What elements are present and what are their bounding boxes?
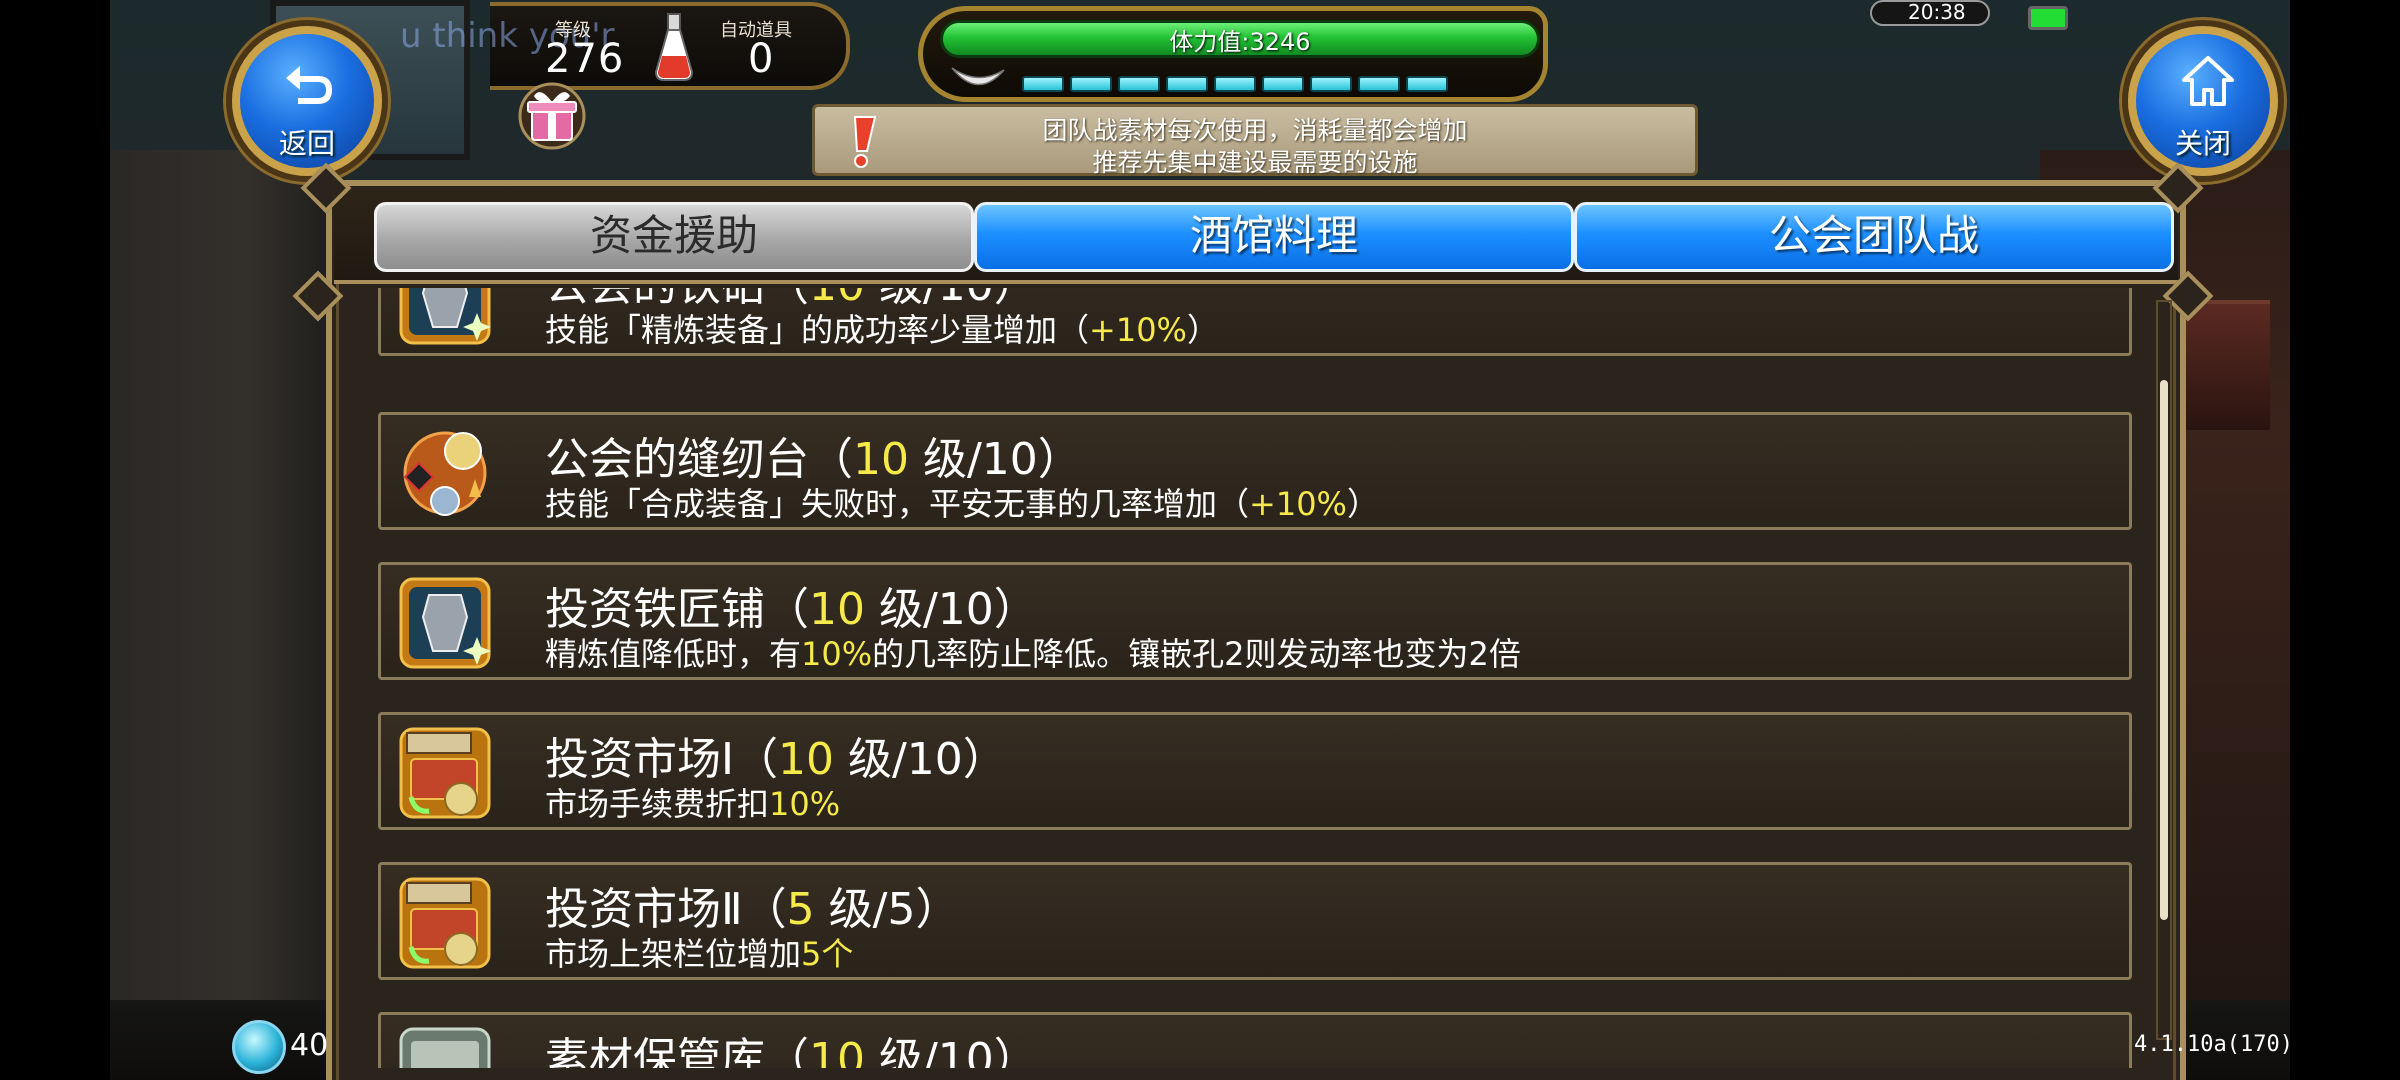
- stamina-segment: [1358, 76, 1400, 92]
- facility-title: 公会的缝纫台（10 级/10）: [545, 434, 1082, 485]
- list-item[interactable]: 投资市场Ⅰ（10 级/10） 市场手续费折扣10%: [378, 712, 2132, 830]
- stamina-segment: [1262, 76, 1304, 92]
- facility-desc: 市场手续费折扣10%: [545, 785, 841, 823]
- market-icon: [399, 727, 491, 819]
- currency-icon: [232, 1020, 286, 1074]
- notice-banner: 团队战素材每次使用，消耗量都会增加 推荐先集中建设最需要的设施: [812, 104, 1698, 177]
- back-arrow-icon: [286, 66, 332, 104]
- list-item[interactable]: 素材保管库（10 级/10）: [378, 1012, 2132, 1068]
- storage-icon: [399, 1027, 491, 1068]
- close-button[interactable]: 关闭: [2128, 26, 2278, 176]
- notice-line-2: 推荐先集中建设最需要的设施: [1092, 148, 1418, 177]
- clock-text: 20:38: [1908, 0, 1966, 24]
- tab-tavern[interactable]: 酒馆料理: [974, 202, 1574, 272]
- facility-list[interactable]: 公会的铁砧（10 级/10） 技能「精炼装备」的成功率少量增加（+10%） 公会…: [370, 288, 2140, 1068]
- back-button[interactable]: 返回: [232, 26, 382, 176]
- gift-icon[interactable]: [518, 82, 586, 150]
- stamina-segment: [1022, 76, 1064, 92]
- list-item[interactable]: 投资市场Ⅱ（5 级/5） 市场上架栏位增加5个: [378, 862, 2132, 980]
- tab-funding[interactable]: 资金援助: [374, 202, 974, 272]
- notice-line-1: 团队战素材每次使用，消耗量都会增加: [1042, 116, 1468, 145]
- tab-guild-war[interactable]: 公会团队战: [1574, 202, 2174, 272]
- flask-icon: [654, 13, 694, 81]
- facility-desc: 精炼值降低时，有10%的几率防止降低。镶嵌孔2则发动率也变为2倍: [545, 635, 1521, 673]
- list-scrollbar[interactable]: [2160, 380, 2168, 920]
- stamina-segments: [1022, 76, 1448, 92]
- stamina-segment: [1214, 76, 1256, 92]
- list-item[interactable]: 公会的缝纫台（10 级/10） 技能「合成装备」失败时，平安无事的几率增加（+1…: [378, 412, 2132, 530]
- facility-desc: 技能「合成装备」失败时，平安无事的几率增加（+10%）: [545, 485, 1379, 523]
- currency-value: 40: [290, 1028, 329, 1063]
- stamina-segment: [1310, 76, 1352, 92]
- sewing-icon: [403, 431, 487, 516]
- stamina-segment: [1166, 76, 1208, 92]
- facility-title: 投资市场Ⅰ（10 级/10）: [545, 734, 1007, 785]
- facility-title: 投资铁匠铺（10 级/10）: [545, 584, 1038, 635]
- close-label: 关闭: [2174, 127, 2231, 160]
- facility-desc: 技能「精炼装备」的成功率少量增加（+10%）: [545, 311, 1219, 349]
- stamina-segment: [1406, 76, 1448, 92]
- back-label: 返回: [278, 127, 335, 160]
- armor-icon: [399, 288, 491, 345]
- home-icon: [2182, 56, 2234, 106]
- facility-title: 投资市场Ⅱ（5 级/5）: [545, 884, 960, 935]
- auto-item-value: 0: [748, 36, 774, 82]
- list-item[interactable]: 公会的铁砧（10 级/10） 技能「精炼装备」的成功率少量增加（+10%）: [378, 288, 2132, 356]
- moon-icon: [951, 67, 1005, 86]
- market-icon: [399, 877, 491, 969]
- stamina-segment: [1070, 76, 1112, 92]
- battery-icon: [2028, 6, 2068, 30]
- stamina-text: 体力值:3246: [1169, 28, 1311, 56]
- armor-icon: [399, 577, 491, 669]
- level-value: 276: [545, 36, 625, 82]
- version-text: 4.1.10a(170): [2134, 1032, 2293, 1057]
- stamina-segment: [1118, 76, 1160, 92]
- list-item[interactable]: 投资铁匠铺（10 级/10） 精炼值降低时，有10%的几率防止降低。镶嵌孔2则发…: [378, 562, 2132, 680]
- facility-desc: 市场上架栏位增加5个: [545, 935, 854, 973]
- facility-title: 素材保管库（10 级/10）: [545, 1034, 1038, 1068]
